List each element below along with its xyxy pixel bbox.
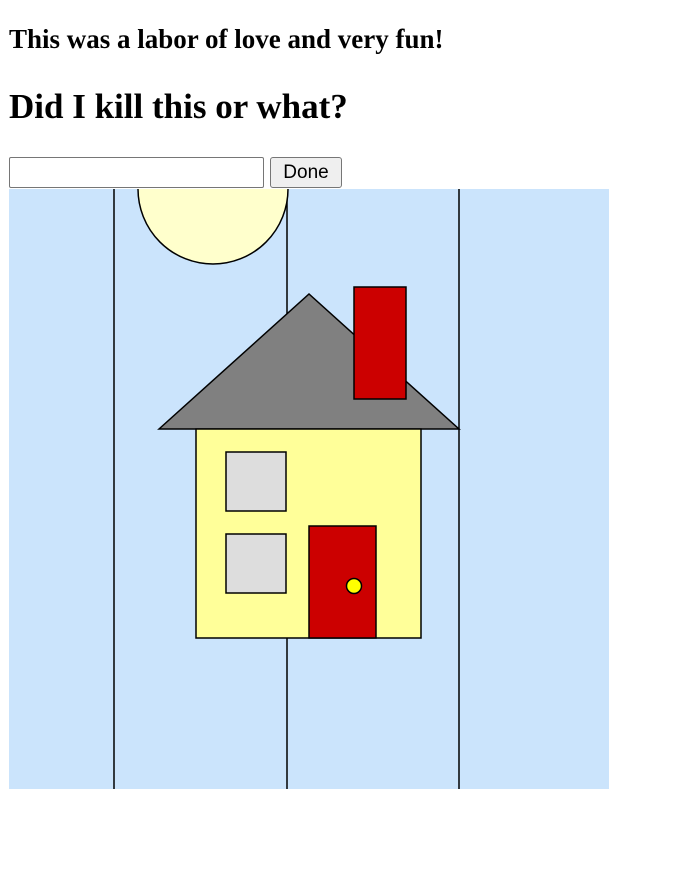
page-subtitle: This was a labor of love and very fun!	[9, 24, 444, 54]
window-top	[225, 451, 287, 512]
text-input[interactable]	[9, 157, 264, 188]
window-bottom	[225, 533, 287, 594]
door	[308, 525, 377, 639]
chimney	[353, 286, 407, 400]
doorknob	[345, 577, 363, 595]
done-button[interactable]: Done	[270, 157, 342, 188]
page-title: Did I kill this or what?	[9, 87, 348, 126]
drawing-canvas	[9, 189, 609, 789]
